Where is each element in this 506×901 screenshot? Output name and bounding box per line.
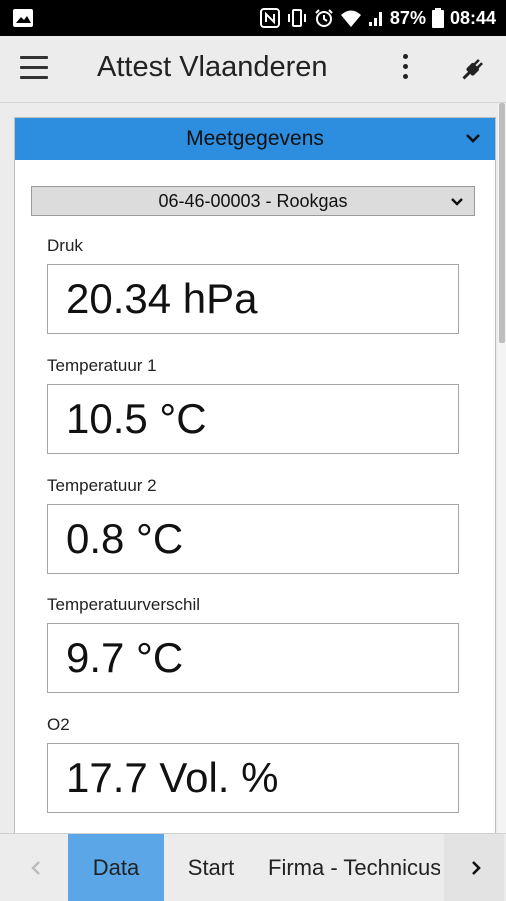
- field-value-o2[interactable]: 17.7 Vol. %: [47, 743, 459, 813]
- app-bar: Attest Vlaanderen: [0, 36, 506, 103]
- clock: 08:44: [449, 7, 496, 28]
- tab-firma-technicus[interactable]: Firma - Technicus: [262, 834, 440, 901]
- alarm-icon: [315, 9, 333, 27]
- more-vert-icon[interactable]: [396, 54, 414, 84]
- vibrate-icon: [287, 9, 306, 27]
- field-label-o2: O2: [47, 715, 70, 734]
- device-select[interactable]: 06-46-00003 - Rookgas: [31, 186, 475, 216]
- battery-percent: 87%: [389, 7, 426, 28]
- status-bar: 87% 08:44: [0, 0, 506, 36]
- tab-start[interactable]: Start: [170, 834, 252, 901]
- field-value-druk[interactable]: 20.34 hPa: [47, 264, 459, 334]
- measurement-panel: Meetgegevens 06-46-00003 - Rookgas Druk …: [14, 117, 496, 833]
- bottom-tab-bar: Data Start Firma - Technicus: [0, 833, 506, 901]
- field-label-temperatuur-2: Temperatuur 2: [47, 476, 157, 495]
- field-label-temperatuur-1: Temperatuur 1: [47, 356, 157, 375]
- field-value-temperatuurverschil[interactable]: 9.7 °C: [47, 623, 459, 693]
- plug-icon[interactable]: [458, 56, 486, 84]
- image-icon: [13, 9, 33, 27]
- chevron-down-icon: [466, 134, 480, 143]
- device-select-value: 06-46-00003 - Rookgas: [158, 190, 348, 211]
- status-icons: 87% 08:44: [259, 0, 496, 36]
- field-value-temperatuur-1[interactable]: 10.5 °C: [47, 384, 459, 454]
- scrollbar[interactable]: [498, 103, 506, 833]
- signal-icon: [368, 12, 382, 26]
- panel-title: Meetgegevens: [186, 127, 324, 150]
- scrollbar-thumb[interactable]: [499, 103, 505, 343]
- menu-icon[interactable]: [20, 56, 48, 82]
- tab-scroll-right[interactable]: [444, 834, 504, 901]
- chevron-right-icon: [472, 861, 481, 875]
- wifi-icon: [340, 10, 361, 27]
- field-label-druk: Druk: [47, 236, 83, 255]
- nfc-icon: [259, 8, 280, 28]
- tab-data[interactable]: Data: [68, 834, 164, 901]
- content-area: Meetgegevens 06-46-00003 - Rookgas Druk …: [0, 103, 506, 833]
- field-value-temperatuur-2[interactable]: 0.8 °C: [47, 504, 459, 574]
- app-title: Attest Vlaanderen: [97, 51, 328, 83]
- chevron-left-icon: [31, 861, 40, 875]
- panel-header[interactable]: Meetgegevens: [15, 118, 495, 160]
- battery-icon: [431, 8, 444, 28]
- tab-scroll-left[interactable]: [4, 834, 64, 901]
- chevron-down-icon: [451, 198, 463, 206]
- field-label-temperatuurverschil: Temperatuurverschil: [47, 595, 201, 614]
